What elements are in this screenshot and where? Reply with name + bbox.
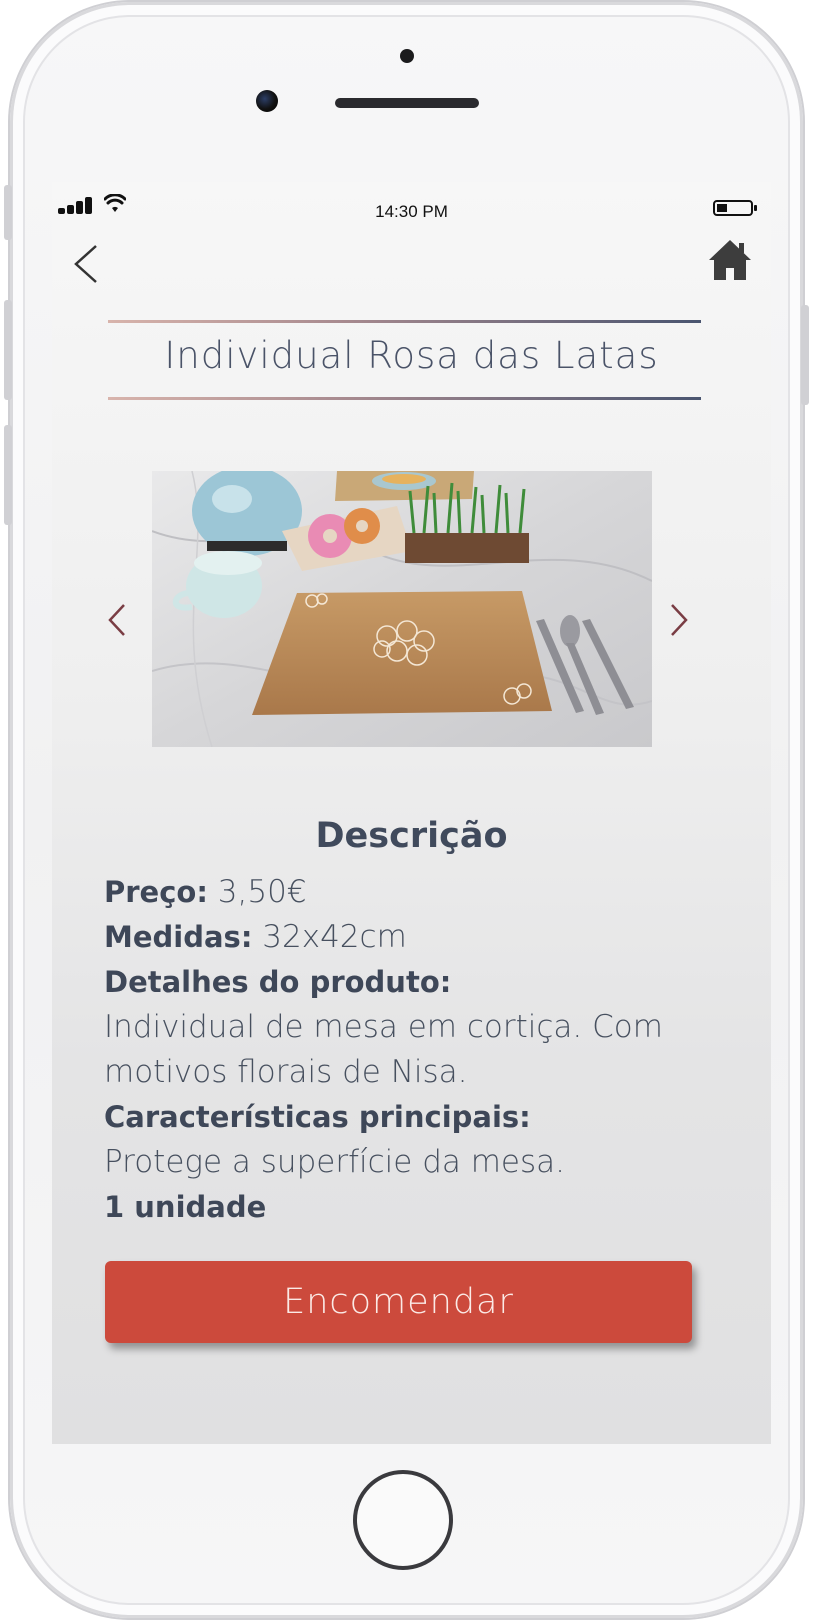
battery-icon [713, 200, 757, 216]
carousel-next-chevron-icon[interactable] [668, 602, 690, 638]
price-label: Preço: [104, 875, 208, 909]
features-value: Protege a superfície da mesa. [104, 1144, 565, 1180]
carousel-prev-chevron-icon[interactable] [106, 602, 128, 638]
earpiece-speaker [335, 98, 479, 108]
product-image [152, 471, 652, 747]
volume-down-button [4, 425, 12, 525]
volume-up-button [4, 300, 12, 400]
quantity-text: 1 unidade [104, 1190, 267, 1224]
description-heading: Descrição [315, 816, 508, 856]
measures-label: Medidas: [104, 920, 253, 954]
features-label: Características principais: [104, 1100, 531, 1134]
proximity-sensor [400, 49, 414, 63]
home-button[interactable] [353, 1470, 453, 1570]
details-label: Detalhes do produto: [104, 965, 452, 999]
title-top-divider [108, 320, 701, 323]
status-bar: 14:30 PM [52, 182, 771, 230]
status-time: 14:30 PM [375, 202, 448, 221]
title-bottom-divider [108, 397, 701, 400]
order-button[interactable]: Encomendar [105, 1261, 692, 1343]
home-icon[interactable] [707, 238, 753, 282]
measures-value: 32x42cm [262, 919, 407, 955]
power-button [801, 305, 809, 405]
price-row: Preço: 3,50€ [104, 870, 704, 915]
measures-row: Medidas: 32x42cm [104, 915, 704, 960]
mute-switch [4, 185, 12, 240]
front-camera [256, 90, 278, 112]
details-text-line-2: motivos florais de Nisa. [104, 1054, 468, 1090]
price-value: 3,50€ [217, 874, 307, 910]
details-text-line-1: Individual de mesa em cortiça. Com [104, 1009, 663, 1045]
product-title: Individual Rosa das Latas [164, 334, 659, 377]
app-screen: 14:30 PM Individual Rosa das Latas Descr… [52, 182, 771, 1444]
product-description: Preço: 3,50€ Medidas: 32x42cm Detalhes d… [104, 870, 704, 1230]
back-chevron-icon[interactable] [72, 244, 102, 284]
